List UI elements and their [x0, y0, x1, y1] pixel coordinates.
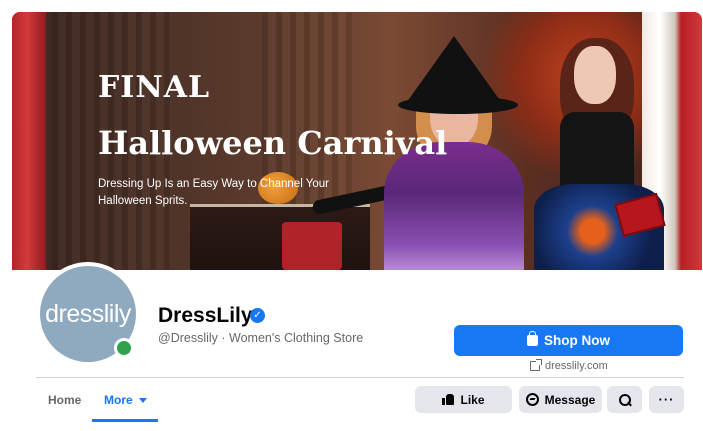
banner-black-top [560, 112, 634, 192]
cover-photo[interactable]: FINAL Halloween Carnival Dressing Up Is … [12, 12, 702, 270]
shop-now-label: Shop Now [544, 333, 610, 348]
messenger-icon [525, 393, 539, 406]
like-button-label: Like [460, 392, 485, 407]
banner-table [190, 204, 370, 270]
thumbs-up-icon [442, 394, 455, 405]
active-tab-indicator [92, 419, 158, 422]
search-button[interactable] [607, 386, 642, 413]
website-link-label: dresslily.com [545, 360, 608, 372]
more-dots-icon: ··· [658, 392, 675, 407]
verified-badge-icon: ✓ [250, 308, 265, 323]
tab-home[interactable]: Home [48, 393, 81, 407]
like-button[interactable]: Like [415, 386, 512, 413]
message-button[interactable]: Message [519, 386, 602, 413]
banner-red-handbag [282, 222, 342, 270]
page-handle-category: @Dresslily · Women's Clothing Store [158, 331, 364, 345]
divider [36, 377, 684, 378]
banner-title-line1: FINAL [98, 70, 211, 105]
banner-red-curtain-left [12, 12, 46, 270]
message-button-label: Message [544, 392, 596, 407]
tab-more[interactable]: More [104, 393, 147, 407]
shopping-bag-icon [527, 331, 538, 346]
avatar-logo-text: dresslily [45, 299, 131, 328]
online-status-dot [114, 338, 134, 358]
page-title: DressLily [158, 304, 253, 327]
banner-model-face [574, 46, 616, 104]
banner-witch-hat-brim [398, 96, 518, 114]
tab-home-label: Home [48, 393, 82, 407]
tab-more-label: More [104, 393, 133, 407]
website-link[interactable]: dresslily.com [530, 359, 608, 372]
caret-down-icon [138, 397, 147, 403]
external-link-icon [530, 359, 542, 371]
banner-title-line2: Halloween Carnival [98, 124, 448, 162]
shop-now-button[interactable]: Shop Now [454, 325, 683, 356]
more-options-button[interactable]: ··· [649, 386, 684, 413]
search-icon [618, 393, 631, 406]
banner-subtitle: Dressing Up Is an Easy Way to Channel Yo… [98, 178, 329, 207]
